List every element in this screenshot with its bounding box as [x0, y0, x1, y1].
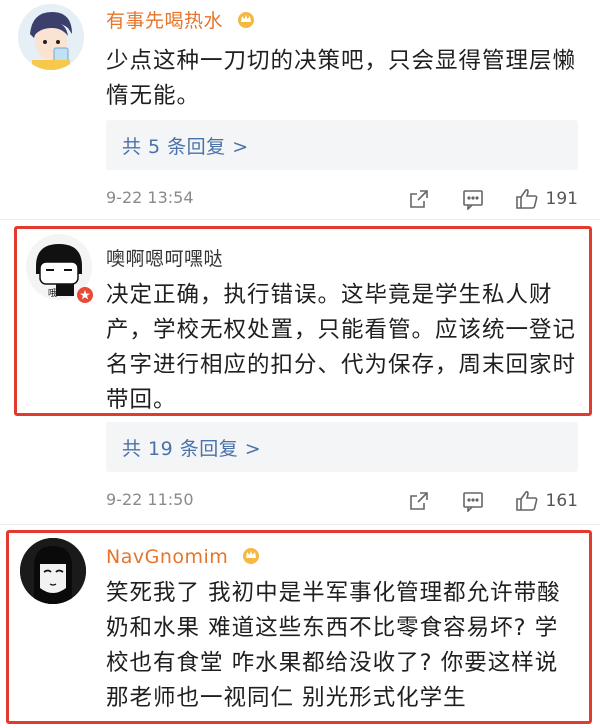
- comment-icon[interactable]: [460, 488, 486, 514]
- action-bar: 161: [378, 486, 578, 516]
- replies-link[interactable]: 共 19 条回复 >: [106, 422, 578, 472]
- comment-meta: 9-22 11:50 161: [106, 486, 578, 516]
- comment-text: 少点这种一刀切的决策吧，只会显得管理层懒 惰无能。: [106, 48, 577, 109]
- svg-text:哦: 哦: [48, 287, 57, 299]
- forward-icon[interactable]: [406, 186, 432, 212]
- username[interactable]: 有事先喝热水: [106, 6, 256, 33]
- forward-icon[interactable]: [406, 488, 432, 514]
- username[interactable]: NavGnomim: [106, 546, 261, 569]
- like-count: 161: [545, 491, 578, 511]
- username[interactable]: 噢啊嗯呵嘿哒: [106, 244, 223, 271]
- timestamp: 9-22 13:54: [106, 188, 194, 207]
- comment-text: 笑死我了 我初中是半军事化管理都允许带酸 奶和水果 难道这些东西不比零食容易坏?…: [106, 580, 561, 711]
- like-count: 191: [545, 189, 578, 209]
- verified-badge-icon: [76, 286, 94, 308]
- replies-link[interactable]: 共 5 条回复 >: [106, 120, 578, 170]
- comment-1: 有事先喝热水 少点这种一刀切的决策吧，只会显得管理层懒 惰无能。 共 5 条回复…: [0, 0, 600, 220]
- avatar[interactable]: [18, 4, 84, 70]
- vip-crown-icon: [241, 546, 261, 569]
- comment-2: 哦 噢啊嗯呵嘿哒 决定正确，执行错误。这毕竟是学生私人财 产，学校无权处置，只能…: [0, 226, 600, 522]
- timestamp: 9-22 11:50: [106, 490, 194, 509]
- like-icon[interactable]: [514, 488, 540, 514]
- comment-text: 决定正确，执行错误。这毕竟是学生私人财 产，学校无权处置，只能看管。应该统一登记…: [106, 282, 577, 413]
- vip-crown-icon: [236, 10, 256, 33]
- divider: [0, 524, 600, 525]
- comment-3: NavGnomim 笑死我了 我初中是半军事化管理都允许带酸 奶和水果 难道这些…: [0, 530, 600, 728]
- avatar[interactable]: [20, 538, 86, 604]
- comment-meta: 9-22 13:54 191: [106, 184, 578, 214]
- comment-icon[interactable]: [460, 186, 486, 212]
- divider: [0, 219, 600, 220]
- action-bar: 191: [378, 184, 578, 214]
- like-icon[interactable]: [514, 186, 540, 212]
